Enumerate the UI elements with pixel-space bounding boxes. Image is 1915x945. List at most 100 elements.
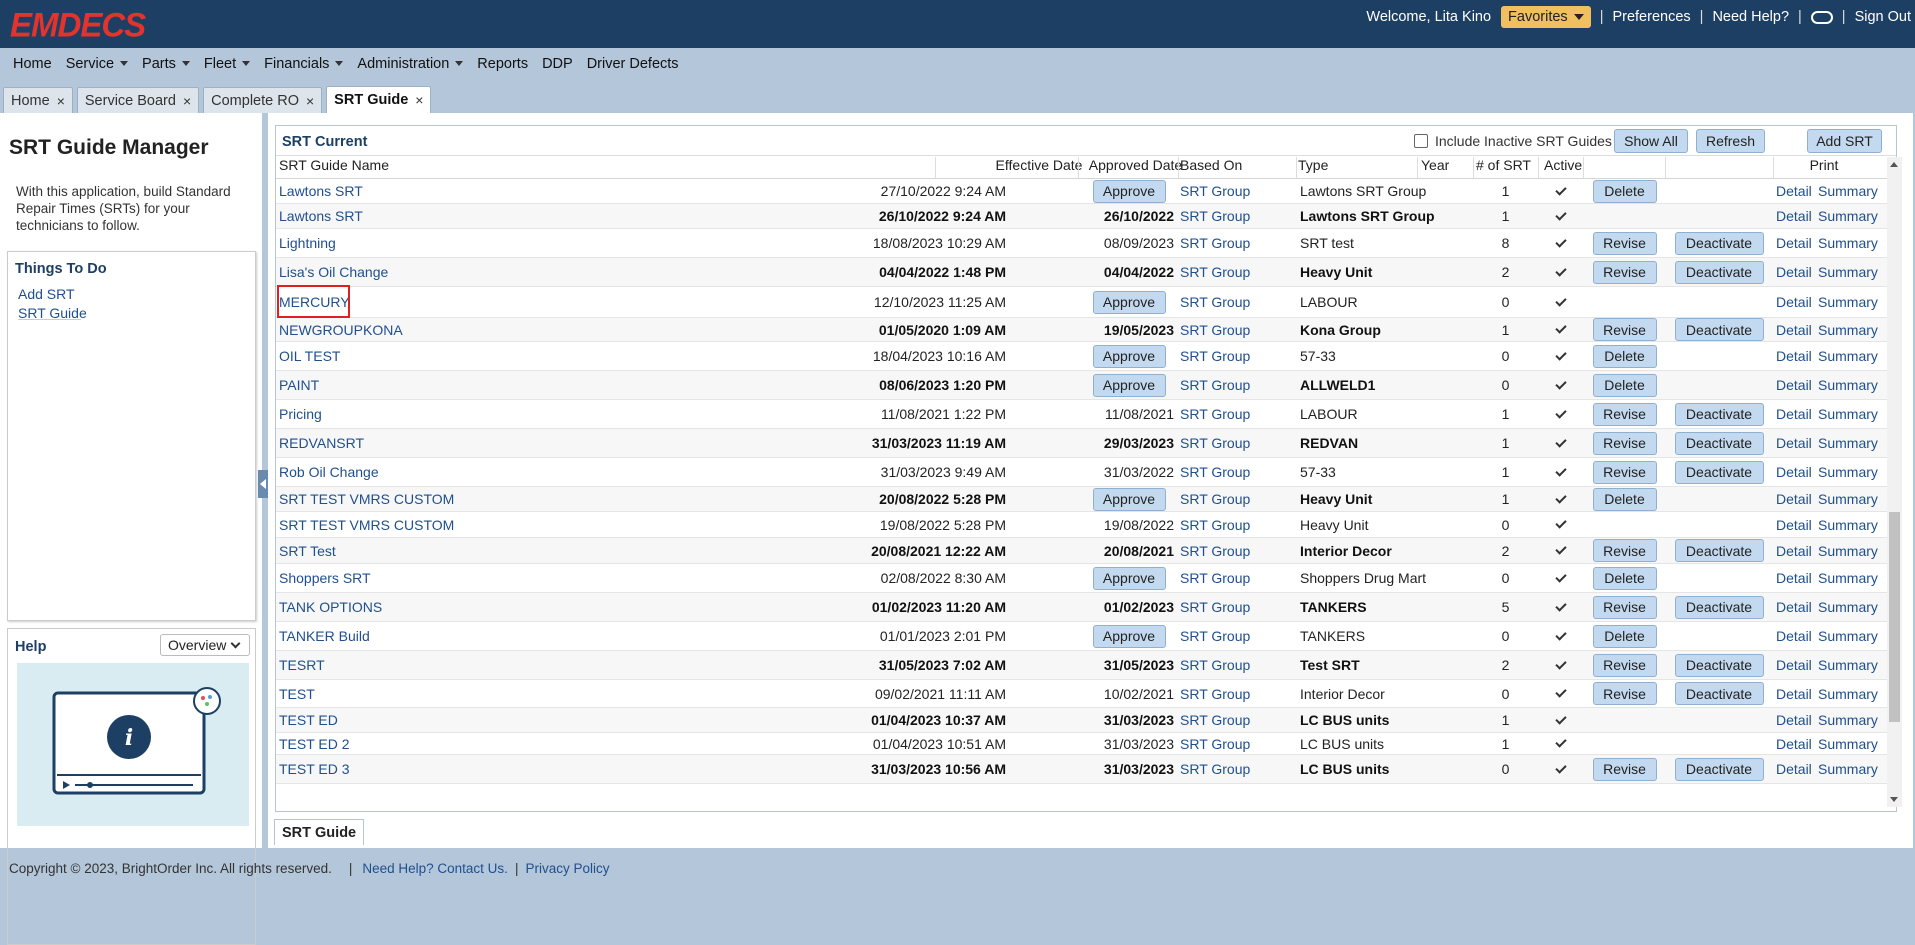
tab-home[interactable]: Home × — [3, 87, 73, 113]
need-help-link[interactable]: Need Help? — [1712, 9, 1789, 25]
detail-link[interactable]: Detail — [1776, 564, 1812, 592]
summary-link[interactable]: Summary — [1818, 538, 1878, 563]
based-on-link[interactable]: SRT Group — [1180, 487, 1250, 511]
srt-name-link[interactable]: TANK OPTIONS — [279, 593, 382, 621]
based-on-link[interactable]: SRT Group — [1180, 564, 1250, 592]
col-header-srt-count[interactable]: # of SRT — [1476, 157, 1531, 178]
add-srt-link[interactable]: Add SRT — [18, 286, 75, 302]
revise-button[interactable]: Revise — [1592, 402, 1657, 426]
detail-link[interactable]: Detail — [1776, 429, 1812, 457]
menu-ddp[interactable]: DDP — [535, 56, 580, 72]
based-on-link[interactable]: SRT Group — [1180, 258, 1250, 286]
based-on-link[interactable]: SRT Group — [1180, 400, 1250, 428]
approve-button[interactable]: Approve — [1092, 624, 1166, 648]
include-inactive-toggle[interactable]: Include Inactive SRT Guides — [1414, 133, 1612, 149]
detail-link[interactable]: Detail — [1776, 318, 1812, 341]
approve-button[interactable]: Approve — [1092, 344, 1166, 368]
scroll-down-icon[interactable] — [1890, 797, 1898, 802]
approve-button[interactable]: Approve — [1092, 179, 1166, 203]
summary-link[interactable]: Summary — [1818, 487, 1878, 511]
col-header-active[interactable]: Active — [1544, 157, 1582, 178]
based-on-link[interactable]: SRT Group — [1180, 204, 1250, 228]
revise-button[interactable]: Revise — [1592, 595, 1657, 619]
col-header-type[interactable]: Type — [1298, 157, 1328, 178]
scroll-up-icon[interactable] — [1890, 162, 1898, 167]
detail-link[interactable]: Detail — [1776, 733, 1812, 754]
detail-link[interactable]: Detail — [1776, 708, 1812, 732]
detail-link[interactable]: Detail — [1776, 755, 1812, 783]
based-on-link[interactable]: SRT Group — [1180, 512, 1250, 537]
scroll-thumb[interactable] — [1889, 512, 1900, 722]
summary-link[interactable]: Summary — [1818, 287, 1878, 317]
detail-link[interactable]: Detail — [1776, 487, 1812, 511]
srt-name-link[interactable]: TEST — [279, 680, 315, 707]
srt-name-link[interactable]: Lisa's Oil Change — [279, 258, 388, 286]
privacy-policy-link[interactable]: Privacy Policy — [525, 861, 609, 876]
srt-name-link[interactable]: TEST ED 2 — [279, 733, 350, 754]
based-on-link[interactable]: SRT Group — [1180, 342, 1250, 370]
summary-link[interactable]: Summary — [1818, 755, 1878, 783]
delete-button[interactable]: Delete — [1592, 487, 1657, 511]
close-icon[interactable]: × — [57, 93, 65, 109]
approve-button[interactable]: Approve — [1092, 373, 1166, 397]
based-on-link[interactable]: SRT Group — [1180, 755, 1250, 783]
sign-out-link[interactable]: Sign Out — [1855, 9, 1911, 25]
menu-administration[interactable]: Administration — [350, 56, 470, 72]
help-topic-select[interactable]: Overview — [160, 634, 250, 656]
based-on-link[interactable]: SRT Group — [1180, 680, 1250, 707]
detail-link[interactable]: Detail — [1776, 512, 1812, 537]
srt-name-link[interactable]: Shoppers SRT — [279, 564, 371, 592]
summary-link[interactable]: Summary — [1818, 680, 1878, 707]
based-on-link[interactable]: SRT Group — [1180, 458, 1250, 486]
srt-name-link[interactable]: REDVANSRT — [279, 429, 364, 457]
deactivate-button[interactable]: Deactivate — [1674, 539, 1764, 562]
menu-reports[interactable]: Reports — [470, 56, 535, 72]
menu-service[interactable]: Service — [59, 56, 135, 72]
tab-service-board[interactable]: Service Board × — [76, 87, 200, 113]
delete-button[interactable]: Delete — [1592, 179, 1657, 203]
srt-name-link[interactable]: Lawtons SRT — [279, 204, 363, 228]
deactivate-button[interactable]: Deactivate — [1674, 402, 1764, 426]
summary-link[interactable]: Summary — [1818, 179, 1878, 203]
menu-parts[interactable]: Parts — [135, 56, 197, 72]
revise-button[interactable]: Revise — [1592, 682, 1657, 705]
summary-link[interactable]: Summary — [1818, 512, 1878, 537]
summary-link[interactable]: Summary — [1818, 708, 1878, 732]
srt-name-link[interactable]: Pricing — [279, 400, 322, 428]
revise-button[interactable]: Revise — [1592, 539, 1657, 562]
menu-home[interactable]: Home — [6, 56, 59, 72]
show-all-button[interactable]: Show All — [1614, 129, 1688, 153]
detail-link[interactable]: Detail — [1776, 229, 1812, 257]
grid-scrollbar[interactable] — [1887, 157, 1902, 807]
delete-button[interactable]: Delete — [1592, 566, 1657, 590]
summary-link[interactable]: Summary — [1818, 229, 1878, 257]
close-icon[interactable]: × — [183, 93, 191, 109]
favorites-button[interactable]: Favorites — [1501, 6, 1591, 28]
summary-link[interactable]: Summary — [1818, 258, 1878, 286]
refresh-button[interactable]: Refresh — [1696, 129, 1765, 153]
detail-link[interactable]: Detail — [1776, 204, 1812, 228]
detail-link[interactable]: Detail — [1776, 342, 1812, 370]
based-on-link[interactable]: SRT Group — [1180, 593, 1250, 621]
srt-name-link[interactable]: TEST ED 3 — [279, 755, 350, 783]
srt-name-link[interactable]: TEST ED — [279, 708, 338, 732]
based-on-link[interactable]: SRT Group — [1180, 287, 1250, 317]
srt-name-link[interactable]: TESRT — [279, 651, 325, 679]
delete-button[interactable]: Delete — [1592, 344, 1657, 368]
menu-financials[interactable]: Financials — [257, 56, 350, 72]
detail-link[interactable]: Detail — [1776, 651, 1812, 679]
srt-name-link[interactable]: SRT TEST VMRS CUSTOM — [279, 487, 454, 511]
deactivate-button[interactable]: Deactivate — [1674, 231, 1764, 255]
detail-link[interactable]: Detail — [1776, 680, 1812, 707]
summary-link[interactable]: Summary — [1818, 458, 1878, 486]
tab-srt-guide-bottom[interactable]: SRT Guide — [274, 819, 365, 845]
srt-name-link[interactable]: SRT Test — [279, 538, 336, 563]
tab-srt-guide[interactable]: SRT Guide × — [326, 86, 432, 113]
menu-fleet[interactable]: Fleet — [197, 56, 257, 72]
srt-name-link[interactable]: TANKER Build — [279, 622, 370, 650]
based-on-link[interactable]: SRT Group — [1180, 733, 1250, 754]
srt-name-link[interactable]: Rob Oil Change — [279, 458, 379, 486]
srt-name-link[interactable]: PAINT — [279, 371, 319, 399]
srt-name-link[interactable]: Lightning — [279, 229, 336, 257]
based-on-link[interactable]: SRT Group — [1180, 538, 1250, 563]
